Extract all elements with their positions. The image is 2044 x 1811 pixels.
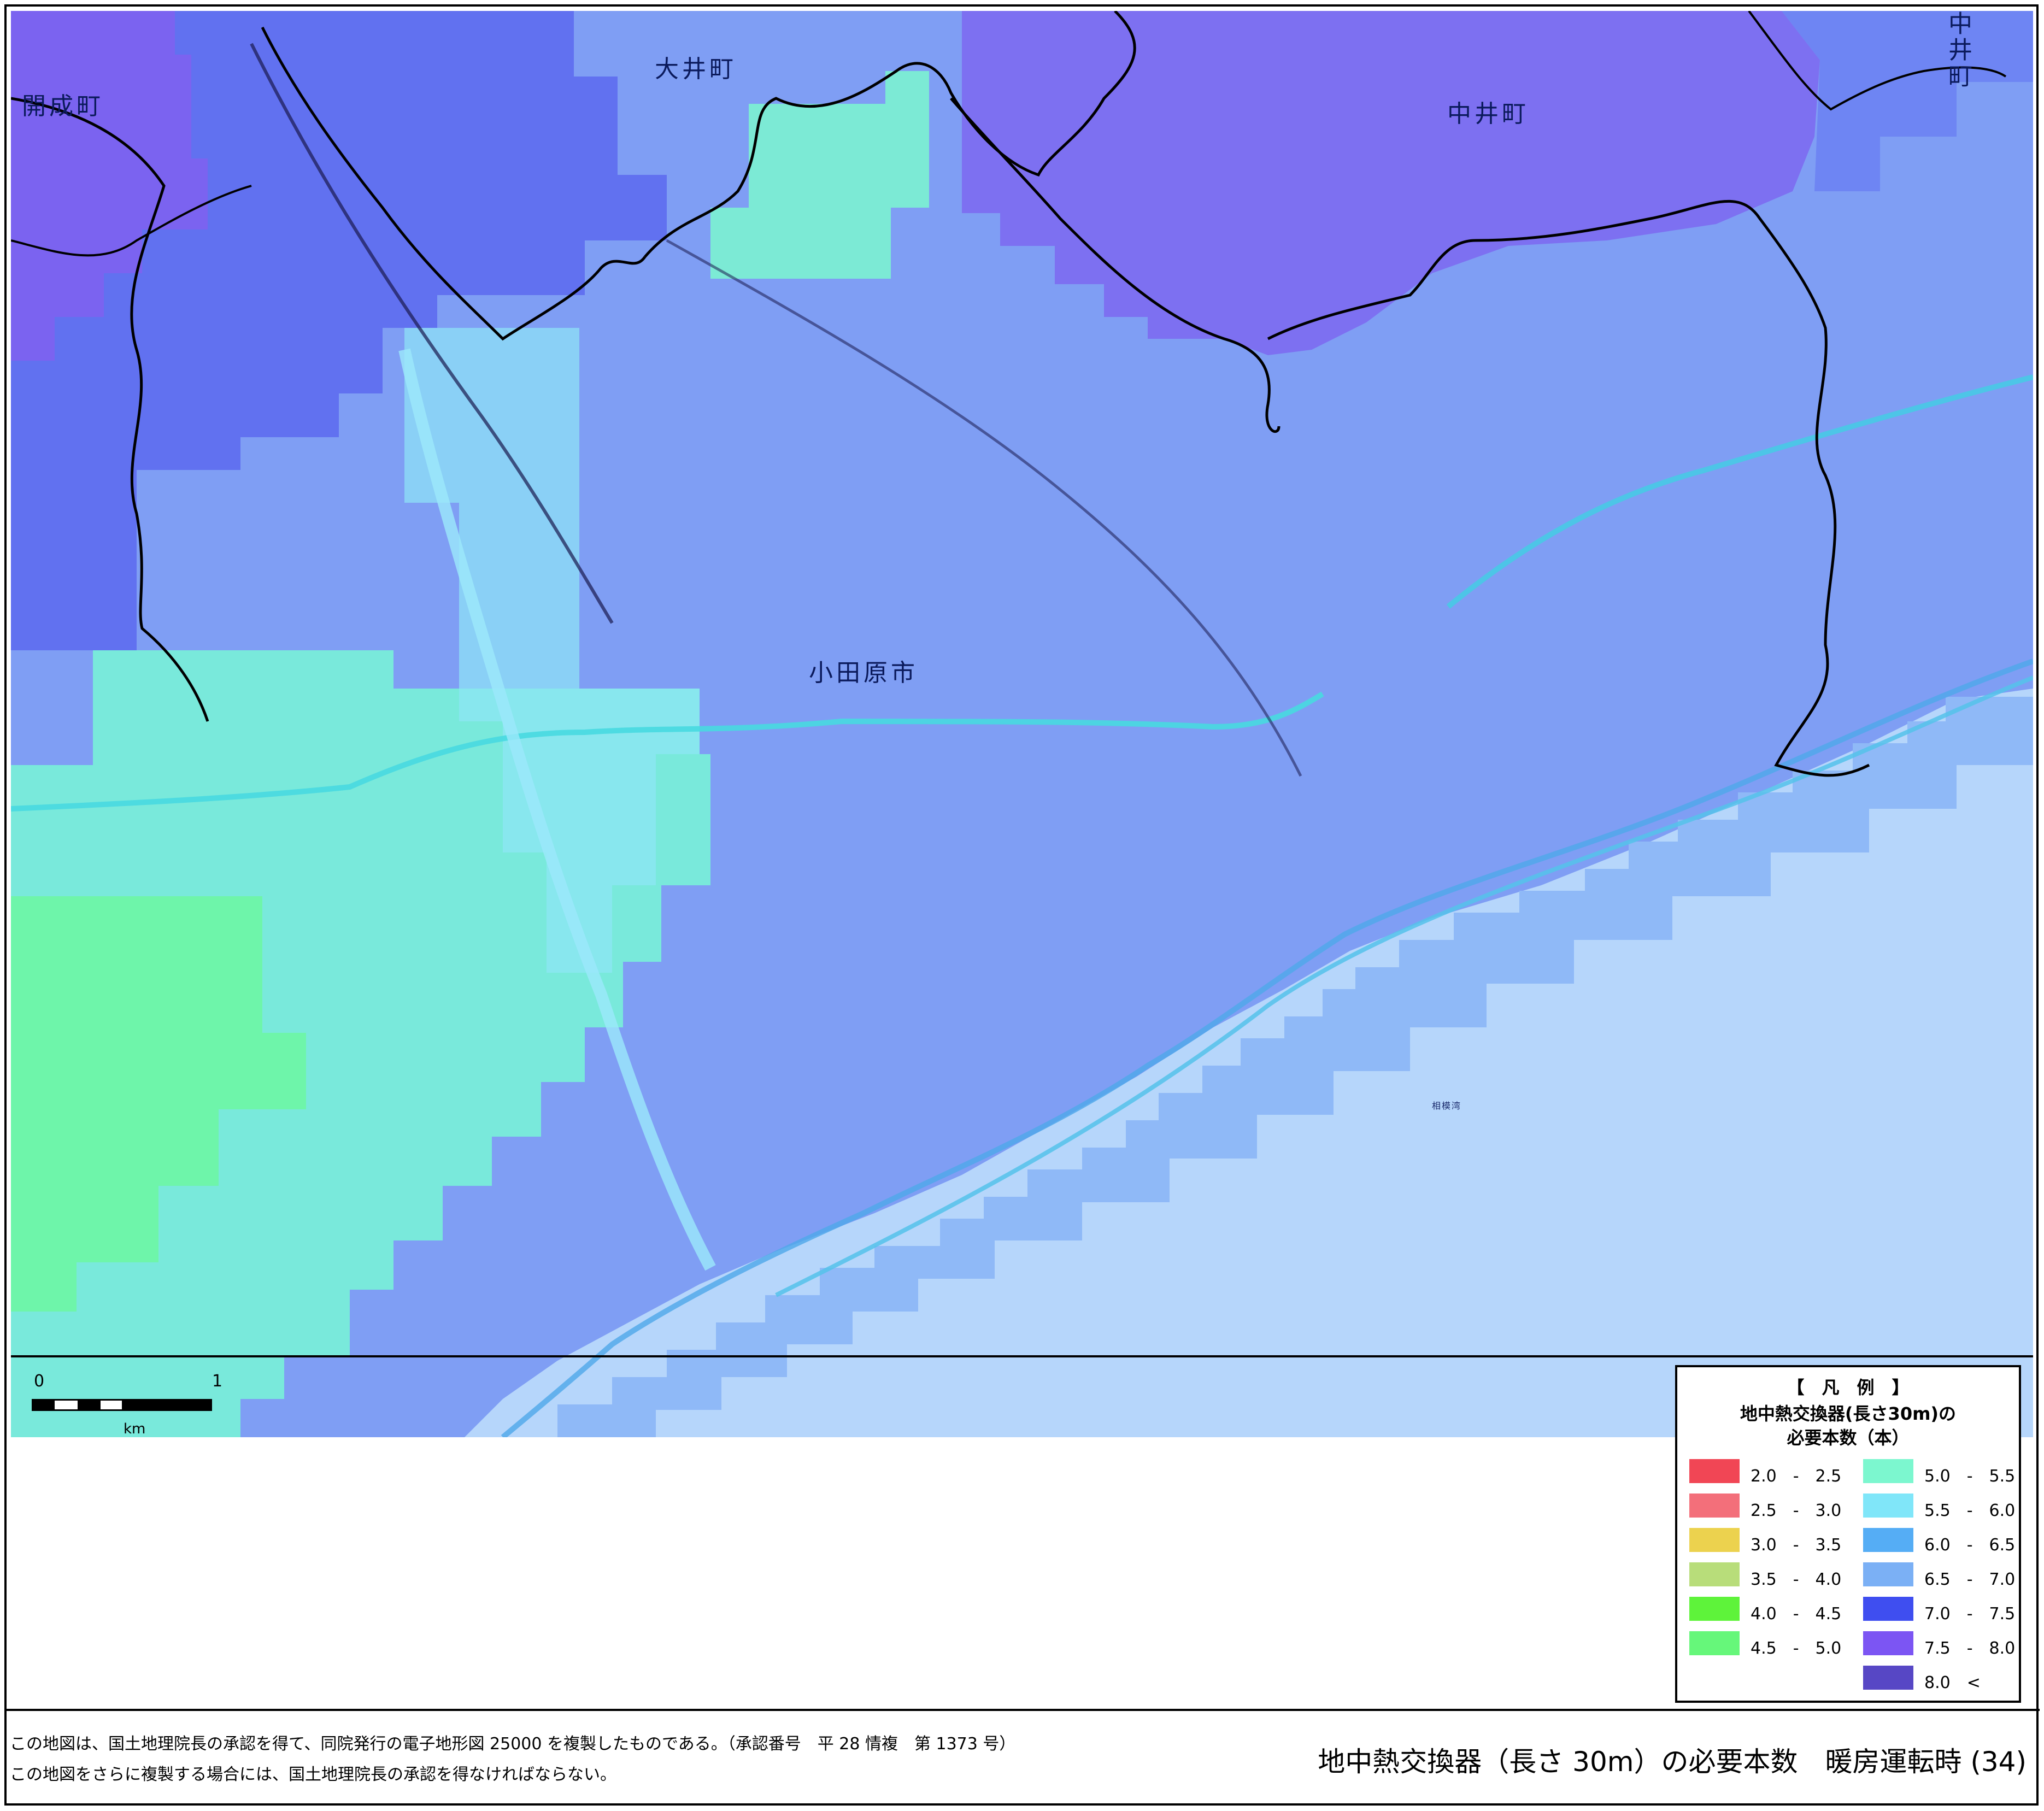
legend-swatch	[1689, 1528, 1740, 1552]
legend-label: 2.5 - 3.0	[1751, 1501, 1842, 1520]
legend-swatch	[1863, 1631, 1913, 1655]
place-label-sea: 相模湾	[1432, 1101, 1462, 1111]
legend-swatch	[1863, 1562, 1913, 1586]
legend-swatch	[1863, 1666, 1913, 1690]
legend-swatch	[1863, 1597, 1913, 1621]
place-label-kaisei: 開成町	[22, 92, 104, 120]
scale-bar-segment	[122, 1399, 212, 1411]
legend-title: 地中熱交換器(長さ30m)の	[1740, 1403, 1957, 1424]
legend-label: 4.5 - 5.0	[1751, 1639, 1842, 1658]
legend-swatch	[1689, 1494, 1740, 1518]
scale-bar-start-label: 0	[34, 1372, 45, 1391]
legend-swatch	[1863, 1459, 1913, 1483]
place-label-nakai-edge: 中井町	[1944, 11, 1972, 90]
legend-swatch	[1689, 1562, 1740, 1586]
footer-divider	[4, 1709, 2040, 1711]
legend-label: 4.0 - 4.5	[1751, 1604, 1842, 1624]
legend-swatch	[1689, 1459, 1740, 1483]
legend-label: 5.5 - 6.0	[1924, 1501, 2016, 1520]
legend-subtitle: 必要本数（本）	[1787, 1427, 1910, 1448]
legend-label: 6.0 - 6.5	[1924, 1536, 2016, 1555]
scale-bar-unit: km	[124, 1421, 146, 1437]
legend-label: 8.0 <	[1924, 1673, 1981, 1692]
place-label-nakai: 中井町	[1447, 100, 1529, 128]
legend: 【 凡 例 】 地中熱交換器(長さ30m)の 必要本数（本） 2.0 - 2.5…	[1675, 1365, 2021, 1703]
legend-swatch	[1863, 1494, 1913, 1518]
legend-swatch	[1689, 1631, 1740, 1655]
legend-label: 7.0 - 7.5	[1924, 1604, 2016, 1624]
legend-label: 3.0 - 3.5	[1751, 1536, 1842, 1555]
legend-swatch	[1863, 1528, 1913, 1552]
legend-label: 6.5 - 7.0	[1924, 1570, 2016, 1589]
scale-bar-segment	[32, 1399, 55, 1411]
map-title: 地中熱交換器（長さ 30m）の必要本数 暖房運転時 (34)	[1318, 1746, 2027, 1778]
map-canvas[interactable]	[11, 11, 2033, 1437]
scale-bar-segment	[78, 1399, 101, 1411]
legend-heading: 【 凡 例 】	[1787, 1377, 1910, 1398]
scale-bar-end-label: 1	[212, 1372, 223, 1391]
legend-swatch	[1689, 1597, 1740, 1621]
legend-label: 7.5 - 8.0	[1924, 1639, 2016, 1658]
legend-label: 2.0 - 2.5	[1751, 1467, 1842, 1486]
legend-label: 3.5 - 4.0	[1751, 1570, 1842, 1589]
scale-bar: 0 1 km	[32, 1372, 228, 1437]
legend-label: 5.0 - 5.5	[1924, 1467, 2016, 1486]
place-label-oi: 大井町	[655, 55, 737, 83]
map-area[interactable]: 開成町 大井町 中井町 中井町 小田原市 相模湾 0 1 km	[11, 11, 2033, 1437]
place-label-odawara: 小田原市	[809, 659, 918, 687]
reproduction-note: この地図をさらに複製する場合には、国土地理院長の承認を得なければならない。	[10, 1765, 616, 1784]
copyright-note: この地図は、国土地理院長の承認を得て、同院発行の電子地形図 25000 を複製し…	[10, 1734, 1016, 1754]
